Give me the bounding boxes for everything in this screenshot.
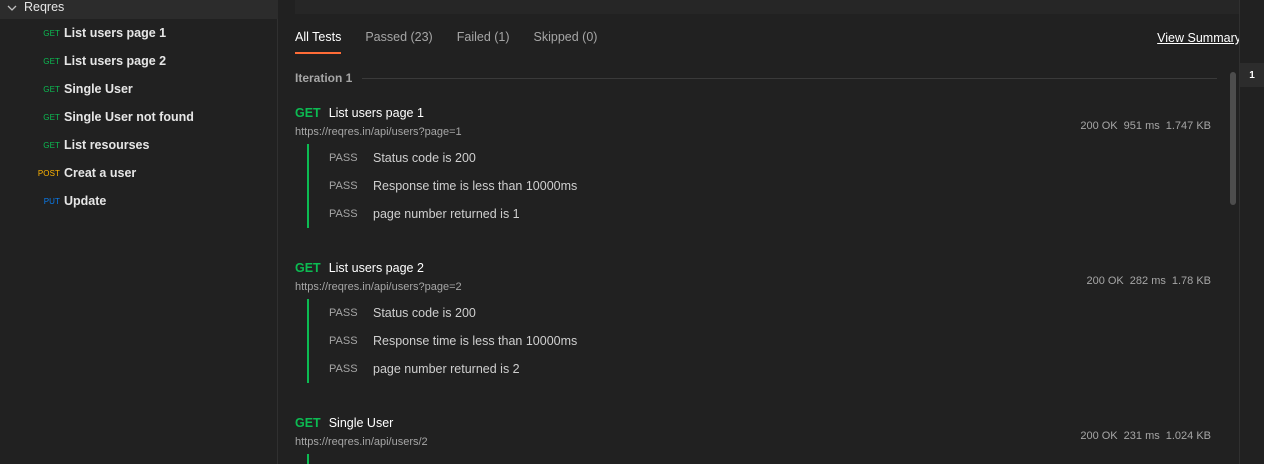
view-summary-link[interactable]: View Summary [1157,31,1241,45]
result-status[interactable]: 200 OK [1086,275,1123,287]
result-method: GET [295,106,321,120]
test-list: PASS Status code is 200 PASS Response ti… [307,144,577,228]
test-result-badge: PASS [329,152,358,164]
request-method-badge: POST [37,168,60,178]
request-method-badge: PUT [43,196,60,206]
result-request-name[interactable]: List users page 2 [329,261,424,275]
test-list: PASS Status code is 200 PASS Response ti… [307,299,577,383]
tab-failed[interactable]: Failed (1) [457,30,510,54]
test-name: Status code is 200 [373,151,476,165]
test-result-badge: PASS [329,208,358,220]
request-method-badge: GET [43,28,60,38]
result-url: https://reqres.in/api/users?page=2 [295,281,462,293]
request-name: Creat a user [64,166,137,180]
test-result-badge: PASS [329,363,358,375]
sidebar-request-item[interactable]: POST Creat a user [0,159,278,187]
test-name: Response time is less than 10000ms [373,179,578,193]
results-scrollbar-thumb[interactable] [1230,72,1236,205]
result-status[interactable]: 200 OK [1080,120,1117,132]
iteration-divider [362,77,1217,79]
sidebar-request-item[interactable]: GET List resourses [0,131,278,159]
test-row: PASS Response time is less than 10000ms [309,327,577,355]
test-name: page number returned is 1 [373,207,520,221]
collection-header[interactable]: Reqres [0,0,278,19]
tab-all-tests[interactable]: All Tests [295,30,342,54]
iteration-header: Iteration 1 [295,71,1217,85]
iteration-number-button[interactable]: 1 [1240,63,1264,87]
request-name: Single User not found [64,110,194,124]
result-stats: 200 OK 282 ms 1.78 KB [1080,275,1211,287]
collection-sidebar: Reqres GET List users page 1 GET List us… [0,0,278,464]
result-request-name[interactable]: Single User [329,416,394,430]
test-list [307,454,309,464]
result-request-name[interactable]: List users page 1 [329,106,424,120]
test-row: PASS Status code is 200 [309,144,577,172]
sidebar-request-item[interactable]: GET List users page 1 [0,19,278,47]
test-name: Response time is less than 10000ms [373,334,578,348]
sidebar-request-item[interactable]: PUT Update [0,187,278,215]
test-row: PASS Response time is less than 10000ms [309,172,577,200]
request-name: Single User [64,82,133,96]
result-size: 1.747 KB [1165,120,1211,132]
request-name: List users page 2 [64,54,167,68]
request-result: GET Single User https://reqres.in/api/us… [295,416,1215,464]
result-status[interactable]: 200 OK [1080,430,1117,442]
test-name: Status code is 200 [373,306,476,320]
test-result-badge: PASS [329,180,358,192]
tab-passed[interactable]: Passed (23) [365,30,432,54]
sidebar-request-item[interactable]: GET Single User not found [0,103,278,131]
run-summary-bar [295,0,1249,14]
test-result-badge: PASS [329,307,358,319]
result-method: GET [295,261,321,275]
result-time: 951 ms [1123,120,1160,132]
collection-name: Reqres [24,0,65,14]
request-method-badge: GET [43,84,60,94]
test-row: PASS page number returned is 1 [309,200,577,228]
result-size: 1.78 KB [1171,275,1211,287]
request-name: List resourses [64,138,150,152]
request-result: GET List users page 1 https://reqres.in/… [295,106,1215,228]
request-name: Update [64,194,107,208]
test-row: PASS page number returned is 2 [309,355,577,383]
sidebar-request-item[interactable]: GET List users page 2 [0,47,278,75]
iteration-label: Iteration 1 [295,71,353,85]
result-time: 282 ms [1129,275,1166,287]
test-row: PASS Status code is 200 [309,299,577,327]
result-size: 1.024 KB [1165,430,1211,442]
test-name: page number returned is 2 [373,362,520,376]
sidebar-request-item[interactable]: GET Single User [0,75,278,103]
results-filter-tabs: All Tests Passed (23) Failed (1) Skipped… [295,30,621,54]
request-method-badge: GET [43,112,60,122]
result-time: 231 ms [1123,430,1160,442]
chevron-down-icon[interactable] [0,5,24,11]
run-results-panel: All Tests Passed (23) Failed (1) Skipped… [279,0,1249,464]
tab-skipped[interactable]: Skipped (0) [534,30,598,54]
result-method: GET [295,416,321,430]
result-stats: 200 OK 231 ms 1.024 KB [1074,430,1211,442]
request-result: GET List users page 2 https://reqres.in/… [295,261,1215,383]
request-method-badge: GET [43,140,60,150]
result-stats: 200 OK 951 ms 1.747 KB [1074,120,1211,132]
test-result-badge: PASS [329,335,358,347]
request-method-badge: GET [43,56,60,66]
request-name: List users page 1 [64,26,167,40]
